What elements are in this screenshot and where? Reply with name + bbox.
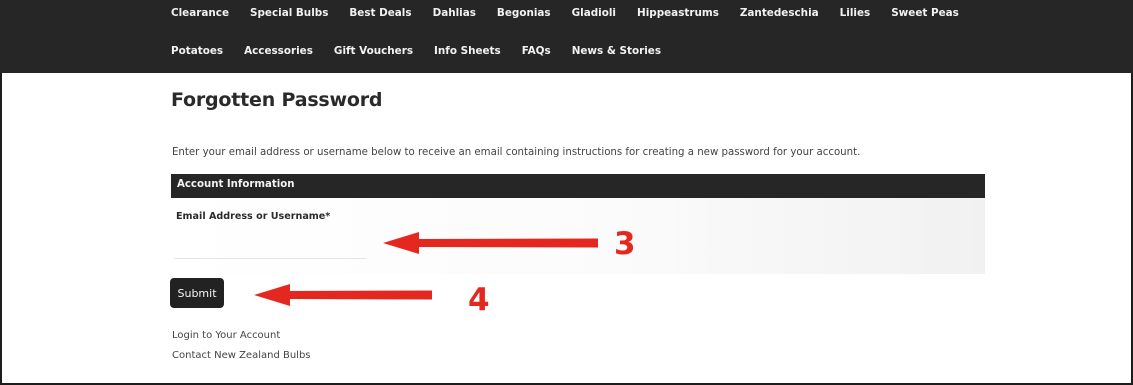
annotation-arrow-4 bbox=[254, 284, 432, 306]
nav-row-1: Clearance Special Bulbs Best Deals Dahli… bbox=[171, 6, 980, 20]
nav-item-dahlias[interactable]: Dahlias bbox=[433, 6, 476, 20]
nav-item-gladioli[interactable]: Gladioli bbox=[572, 6, 616, 20]
nav-item-lilies[interactable]: Lilies bbox=[840, 6, 871, 20]
nav-item-hippeastrums[interactable]: Hippeastrums bbox=[637, 6, 719, 20]
top-navigation: Clearance Special Bulbs Best Deals Dahli… bbox=[0, 0, 1133, 73]
nav-item-faqs[interactable]: FAQs bbox=[522, 44, 551, 58]
annotation-step-3: 3 bbox=[614, 226, 636, 262]
annotation-step-4: 4 bbox=[468, 282, 490, 318]
email-username-label: Email Address or Username* bbox=[176, 211, 331, 222]
submit-button[interactable]: Submit bbox=[170, 278, 224, 308]
nav-item-zantedeschia[interactable]: Zantedeschia bbox=[740, 6, 819, 20]
nav-item-sweet-peas[interactable]: Sweet Peas bbox=[891, 6, 959, 20]
email-username-input[interactable] bbox=[174, 239, 366, 259]
nav-item-best-deals[interactable]: Best Deals bbox=[349, 6, 411, 20]
nav-item-accessories[interactable]: Accessories bbox=[244, 44, 313, 58]
nav-item-news-stories[interactable]: News & Stories bbox=[572, 44, 661, 58]
nav-item-potatoes[interactable]: Potatoes bbox=[171, 44, 223, 58]
nav-item-clearance[interactable]: Clearance bbox=[171, 6, 229, 20]
nav-item-info-sheets[interactable]: Info Sheets bbox=[434, 44, 501, 58]
intro-text: Enter your email address or username bel… bbox=[172, 147, 861, 158]
nav-item-begonias[interactable]: Begonias bbox=[497, 6, 551, 20]
page-title: Forgotten Password bbox=[171, 89, 383, 111]
nav-item-gift-vouchers[interactable]: Gift Vouchers bbox=[334, 44, 413, 58]
login-link[interactable]: Login to Your Account bbox=[172, 330, 280, 341]
section-title: Account Information bbox=[177, 179, 295, 190]
nav-row-2: Potatoes Accessories Gift Vouchers Info … bbox=[171, 44, 682, 58]
annotation-arrow-3 bbox=[383, 232, 598, 254]
nav-item-special-bulbs[interactable]: Special Bulbs bbox=[250, 6, 328, 20]
account-information-header: Account Information bbox=[171, 174, 985, 198]
contact-link[interactable]: Contact New Zealand Bulbs bbox=[172, 350, 311, 361]
